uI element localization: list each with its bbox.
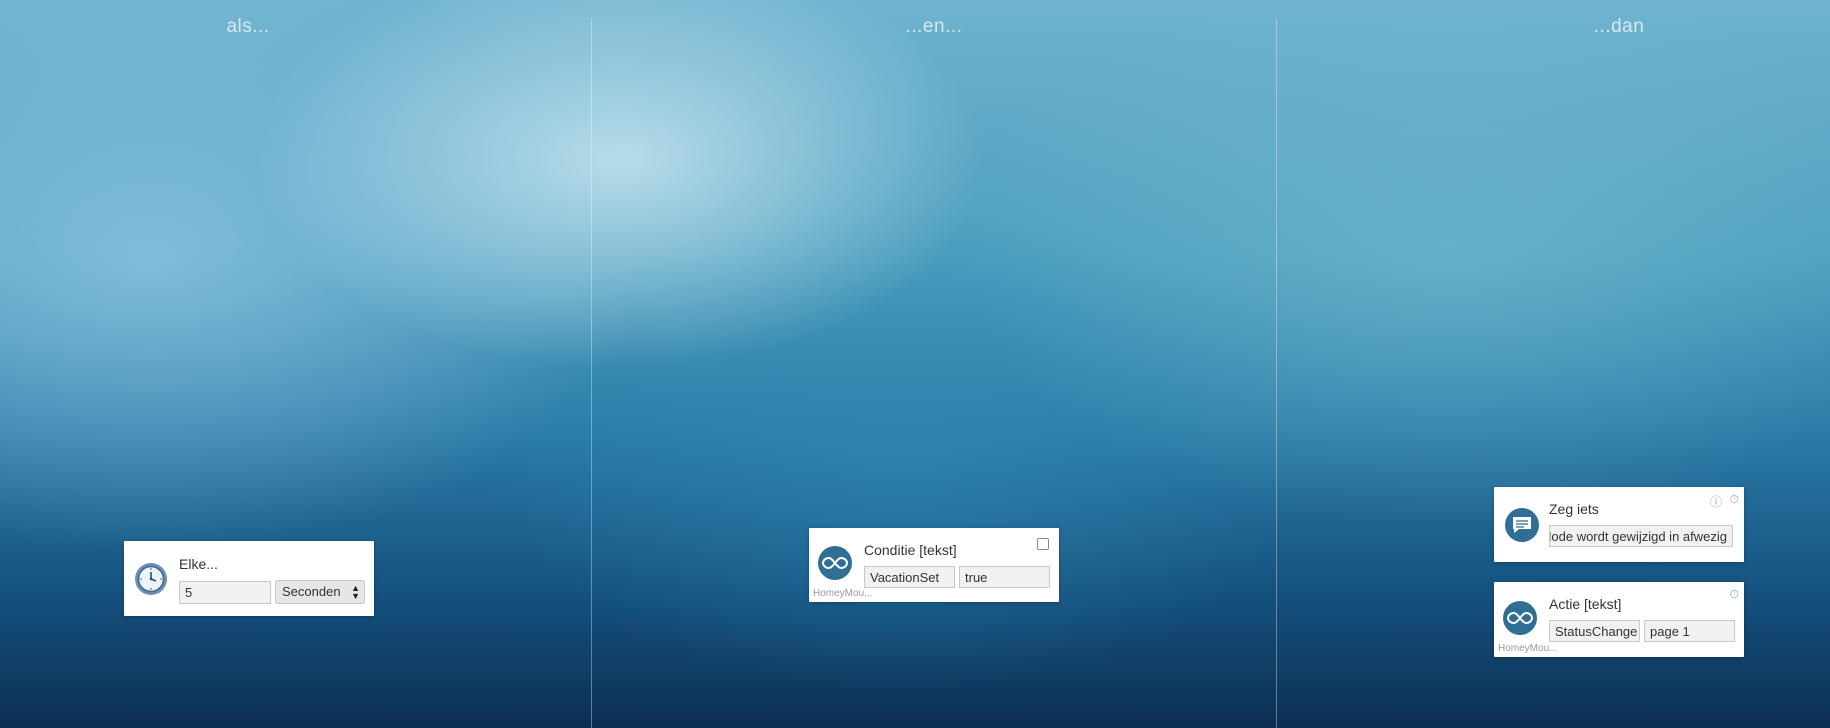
timer-icon[interactable]: ⏱ (1730, 587, 1739, 602)
text-action-field-2[interactable]: page 1 (1644, 620, 1735, 642)
column-divider-2 (1276, 18, 1277, 728)
condition-title: Conditie [tekst] (864, 542, 957, 558)
clock-icon (134, 562, 168, 601)
speech-bubble-icon (1505, 508, 1539, 542)
column-title-and: ...en... (905, 16, 963, 37)
infinity-icon (818, 546, 852, 580)
column-title-then: ...dan (1593, 16, 1645, 37)
condition-field-2[interactable]: true (959, 566, 1050, 588)
text-action-title: Actie [tekst] (1549, 596, 1622, 612)
select-arrows-icon: ▲ ▼ (351, 583, 360, 601)
condition-field-1[interactable]: VacationSet (864, 566, 955, 588)
say-text-value: Mode wordt gewijzigd in afwezig (1549, 529, 1727, 544)
text-action-card[interactable]: Actie [tekst] ⏱ StatusChange page 1 Home… (1494, 582, 1744, 657)
info-icon[interactable]: ⓘ (1710, 493, 1722, 510)
infinity-icon (1503, 601, 1537, 635)
text-action-field-1[interactable]: StatusChange (1549, 620, 1640, 642)
unit-select[interactable]: Seconden ▲ ▼ (275, 580, 365, 604)
unit-select-label: Seconden (282, 584, 341, 599)
trigger-card[interactable]: Elke... 5 Seconden ▲ ▼ (124, 541, 374, 616)
interval-input[interactable]: 5 (179, 581, 271, 604)
invert-checkbox[interactable] (1037, 538, 1049, 550)
timer-icon[interactable]: ⏱ (1730, 492, 1739, 507)
text-action-app-label: HomeyMou... (1498, 643, 1558, 654)
condition-app-label: HomeyMou... (813, 588, 873, 599)
trigger-title: Elke... (179, 556, 218, 572)
say-text-input[interactable]: Mode wordt gewijzigd in afwezig (1549, 525, 1733, 547)
say-title: Zeg iets (1549, 501, 1599, 517)
column-title-when: als... (226, 16, 270, 37)
condition-card[interactable]: Conditie [tekst] VacationSet true HomeyM… (809, 528, 1059, 602)
say-action-card[interactable]: Zeg iets ⓘ ⏱ Mode wordt gewijzigd in afw… (1494, 487, 1744, 562)
column-divider-1 (591, 18, 592, 728)
